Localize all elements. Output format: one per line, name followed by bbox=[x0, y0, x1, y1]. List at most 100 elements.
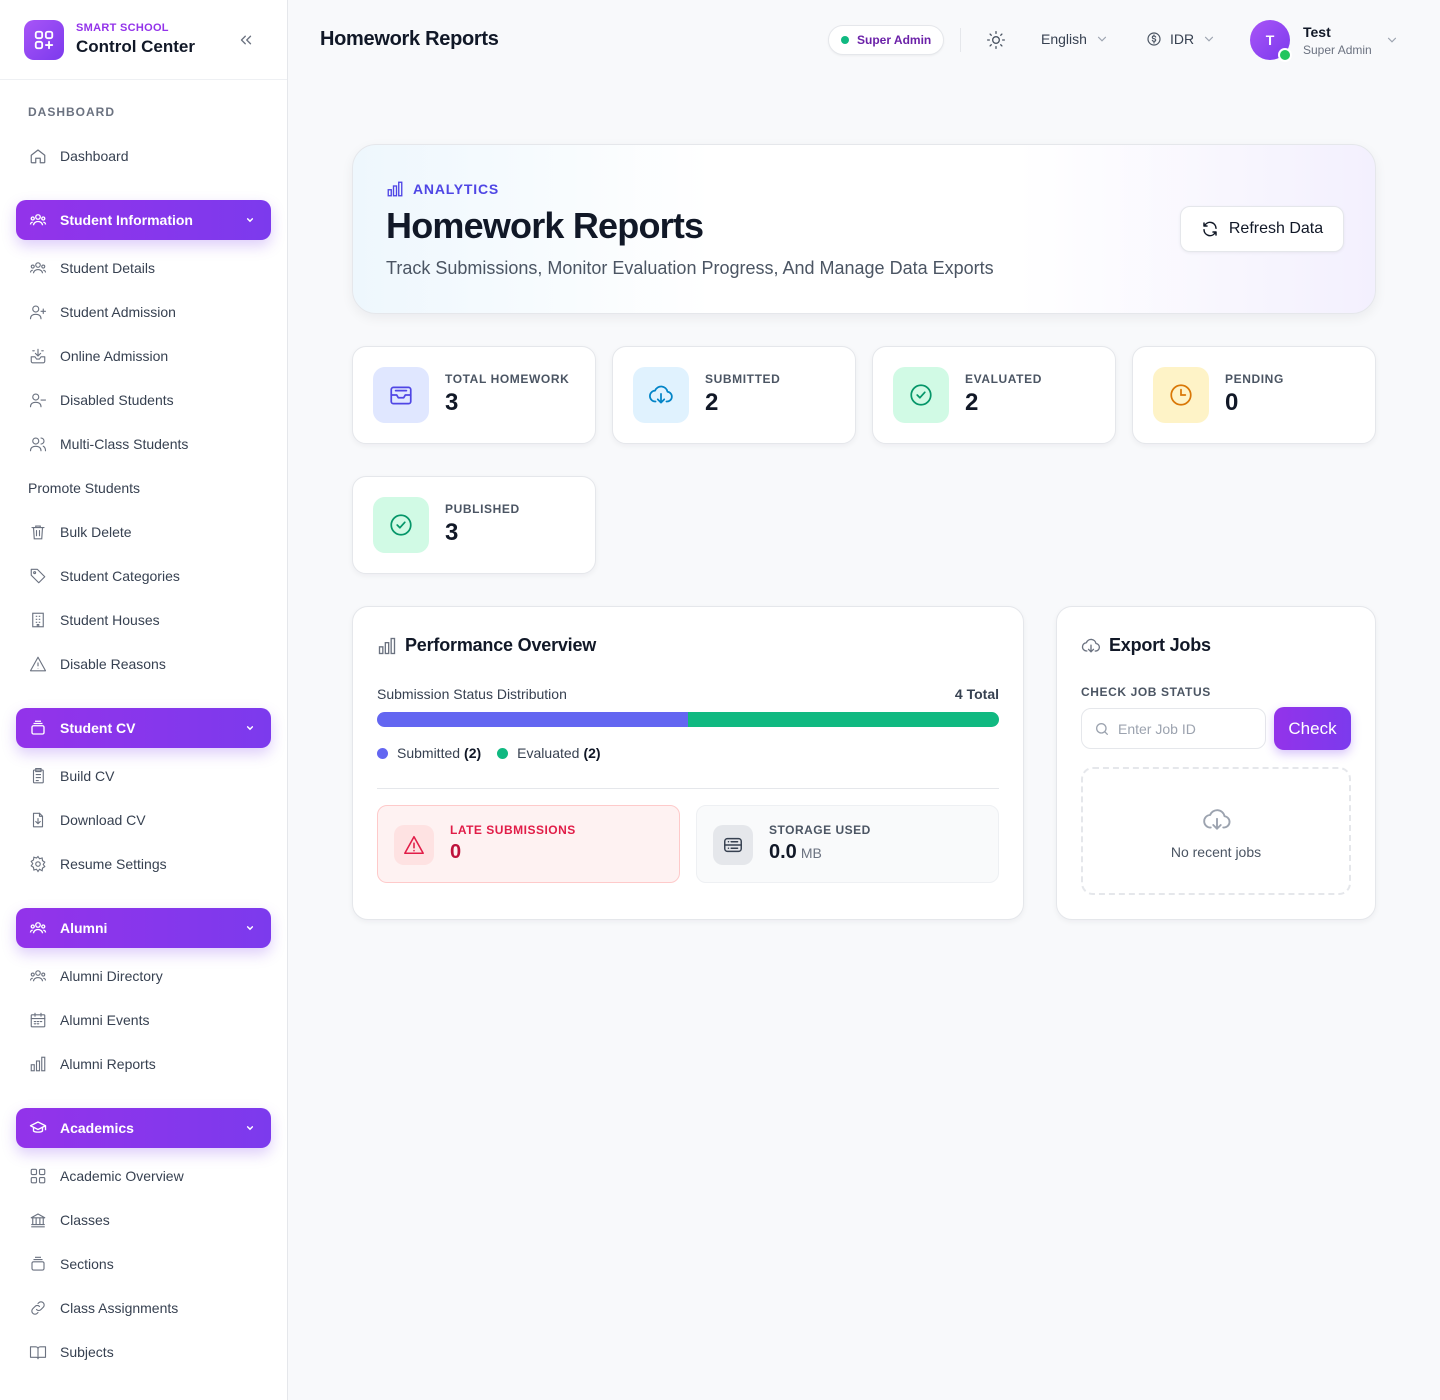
sidebar-group-academics[interactable]: Academics bbox=[16, 1108, 271, 1148]
late-submissions-value: 0 bbox=[450, 841, 462, 863]
refresh-icon bbox=[1203, 221, 1217, 237]
sidebar-item-label: Online Admission bbox=[60, 348, 169, 364]
sidebar-item-label: Alumni Reports bbox=[60, 1056, 156, 1072]
institution-icon bbox=[28, 1210, 48, 1230]
cloud-download-icon bbox=[1203, 809, 1231, 830]
sidebar-item-build-cv[interactable]: Build CV bbox=[16, 756, 271, 796]
stat-value: 3 bbox=[445, 389, 459, 416]
sidebar-item-label: Multi-Class Students bbox=[60, 436, 189, 452]
export-jobs-card: Export Jobs CHECK JOB STATUS Check No re… bbox=[1056, 606, 1376, 920]
app-grid-logo-icon bbox=[24, 19, 64, 60]
sidebar-item-bulk-delete[interactable]: Bulk Delete bbox=[16, 512, 271, 552]
building-icon bbox=[28, 610, 48, 630]
chevron-down-icon[interactable] bbox=[1385, 33, 1399, 47]
user-role: Super Admin bbox=[1303, 43, 1372, 57]
refresh-data-button[interactable]: Refresh Data bbox=[1180, 206, 1344, 252]
avatar[interactable]: T bbox=[1250, 20, 1292, 62]
users-icon bbox=[28, 918, 48, 938]
language-label: English bbox=[1041, 31, 1087, 47]
stat-label: PUBLISHED bbox=[445, 502, 520, 516]
collapse-sidebar-icon[interactable] bbox=[236, 30, 256, 50]
sidebar-group-label: Academics bbox=[60, 1120, 134, 1136]
hard-drive-icon bbox=[713, 825, 753, 865]
sidebar-item-sections[interactable]: Sections bbox=[16, 1244, 271, 1284]
users-icon bbox=[28, 966, 48, 986]
clock-icon bbox=[1153, 367, 1209, 423]
header-divider bbox=[960, 28, 961, 52]
stat-card-total-homework: TOTAL HOMEWORK 3 bbox=[352, 346, 596, 444]
stat-label: TOTAL HOMEWORK bbox=[445, 372, 570, 386]
sidebar-item-label: Sections bbox=[60, 1256, 114, 1272]
sun-icon[interactable] bbox=[986, 30, 1006, 50]
sidebar-item-disabled-students[interactable]: Disabled Students bbox=[16, 380, 271, 420]
sidebar-item-alumni-directory[interactable]: Alumni Directory bbox=[16, 956, 271, 996]
bar-chart-icon bbox=[378, 637, 396, 654]
check-circle-icon bbox=[373, 497, 429, 553]
sidebar-item-disable-reasons[interactable]: Disable Reasons bbox=[16, 644, 271, 684]
stat-value: 0 bbox=[1225, 389, 1239, 416]
legend-swatch bbox=[497, 747, 509, 759]
job-id-input[interactable] bbox=[1118, 720, 1258, 737]
sidebar-group-label: Student CV bbox=[60, 720, 136, 736]
distribution-bar bbox=[377, 712, 999, 727]
sidebar-group-student-information[interactable]: Student Information bbox=[16, 200, 271, 240]
sidebar-group-alumni[interactable]: Alumni bbox=[16, 908, 271, 948]
layers-icon bbox=[28, 1254, 48, 1274]
chevron-down-icon bbox=[246, 218, 254, 223]
sidebar-group-student-cv[interactable]: Student CV bbox=[16, 708, 271, 748]
sidebar-item-promote-students[interactable]: Promote Students bbox=[16, 468, 271, 508]
currency-selector[interactable]: IDR bbox=[1146, 31, 1216, 47]
home-icon bbox=[28, 146, 48, 166]
sidebar-item-label: Download CV bbox=[60, 812, 146, 828]
language-selector[interactable]: English bbox=[1041, 31, 1109, 47]
sidebar-item-resume-settings[interactable]: Resume Settings bbox=[16, 844, 271, 884]
chevron-down-icon bbox=[246, 926, 254, 931]
distribution-segment-submitted bbox=[377, 712, 688, 727]
chevron-down-icon bbox=[246, 726, 254, 731]
sidebar-item-academic-overview[interactable]: Academic Overview bbox=[16, 1156, 271, 1196]
sidebar-item-student-admission[interactable]: Student Admission bbox=[16, 292, 271, 332]
layers-icon bbox=[28, 718, 48, 738]
hero-title: Homework Reports bbox=[386, 205, 704, 246]
performance-overview-card: Performance Overview Submission Status D… bbox=[352, 606, 1024, 920]
role-badge-label: Super Admin bbox=[857, 33, 932, 47]
distribution-legend: Submitted (2) Evaluated (2) bbox=[377, 745, 617, 761]
sidebar-item-alumni-events[interactable]: Alumni Events bbox=[16, 1000, 271, 1040]
currency-label: IDR bbox=[1170, 31, 1195, 47]
refresh-data-label: Refresh Data bbox=[1228, 220, 1324, 237]
sidebar-item-student-details[interactable]: Student Details bbox=[16, 248, 271, 288]
user-name[interactable]: Test bbox=[1303, 24, 1331, 40]
sidebar-item-dashboard[interactable]: Dashboard bbox=[16, 136, 271, 176]
sidebar-item-label: Build CV bbox=[60, 768, 115, 784]
sidebar-item-subjects[interactable]: Subjects bbox=[16, 1332, 271, 1372]
trash-icon bbox=[28, 522, 48, 542]
warning-triangle-icon bbox=[28, 654, 48, 674]
sidebar-item-online-admission[interactable]: Online Admission bbox=[16, 336, 271, 376]
distribution-label: Submission Status Distribution bbox=[377, 686, 567, 702]
job-id-field[interactable] bbox=[1081, 708, 1266, 749]
sidebar-item-multi-class-students[interactable]: Multi-Class Students bbox=[16, 424, 271, 464]
top-header: Homework Reports Super Admin English IDR… bbox=[288, 0, 1440, 80]
sidebar-item-student-houses[interactable]: Student Houses bbox=[16, 600, 271, 640]
sidebar-item-label: Subjects bbox=[60, 1344, 114, 1360]
users-icon bbox=[28, 258, 48, 278]
legend-label: Submitted bbox=[397, 745, 461, 761]
sidebar-item-student-categories[interactable]: Student Categories bbox=[16, 556, 271, 596]
users-icon bbox=[28, 434, 48, 454]
sidebar-item-class-assignments[interactable]: Class Assignments bbox=[16, 1288, 271, 1328]
sidebar: SMART SCHOOL Control Center DASHBOARD Da… bbox=[0, 0, 288, 1400]
sidebar-item-label: Dashboard bbox=[60, 148, 129, 164]
no-recent-jobs-text: No recent jobs bbox=[1170, 844, 1262, 860]
stat-label: EVALUATED bbox=[965, 372, 1042, 386]
sidebar-item-classes[interactable]: Classes bbox=[16, 1200, 271, 1240]
hero-banner: ANALYTICS Homework Reports Track Submiss… bbox=[352, 144, 1376, 314]
stat-label: PENDING bbox=[1225, 372, 1284, 386]
distribution-total: 4 Total bbox=[954, 686, 999, 702]
legend-count: (2) bbox=[464, 745, 482, 761]
sidebar-item-label: Promote Students bbox=[28, 480, 141, 496]
stat-card-evaluated: EVALUATED 2 bbox=[872, 346, 1116, 444]
sidebar-item-download-cv[interactable]: Download CV bbox=[16, 800, 271, 840]
check-button[interactable]: Check bbox=[1274, 707, 1351, 750]
users-icon bbox=[28, 210, 48, 230]
sidebar-item-alumni-reports[interactable]: Alumni Reports bbox=[16, 1044, 271, 1084]
